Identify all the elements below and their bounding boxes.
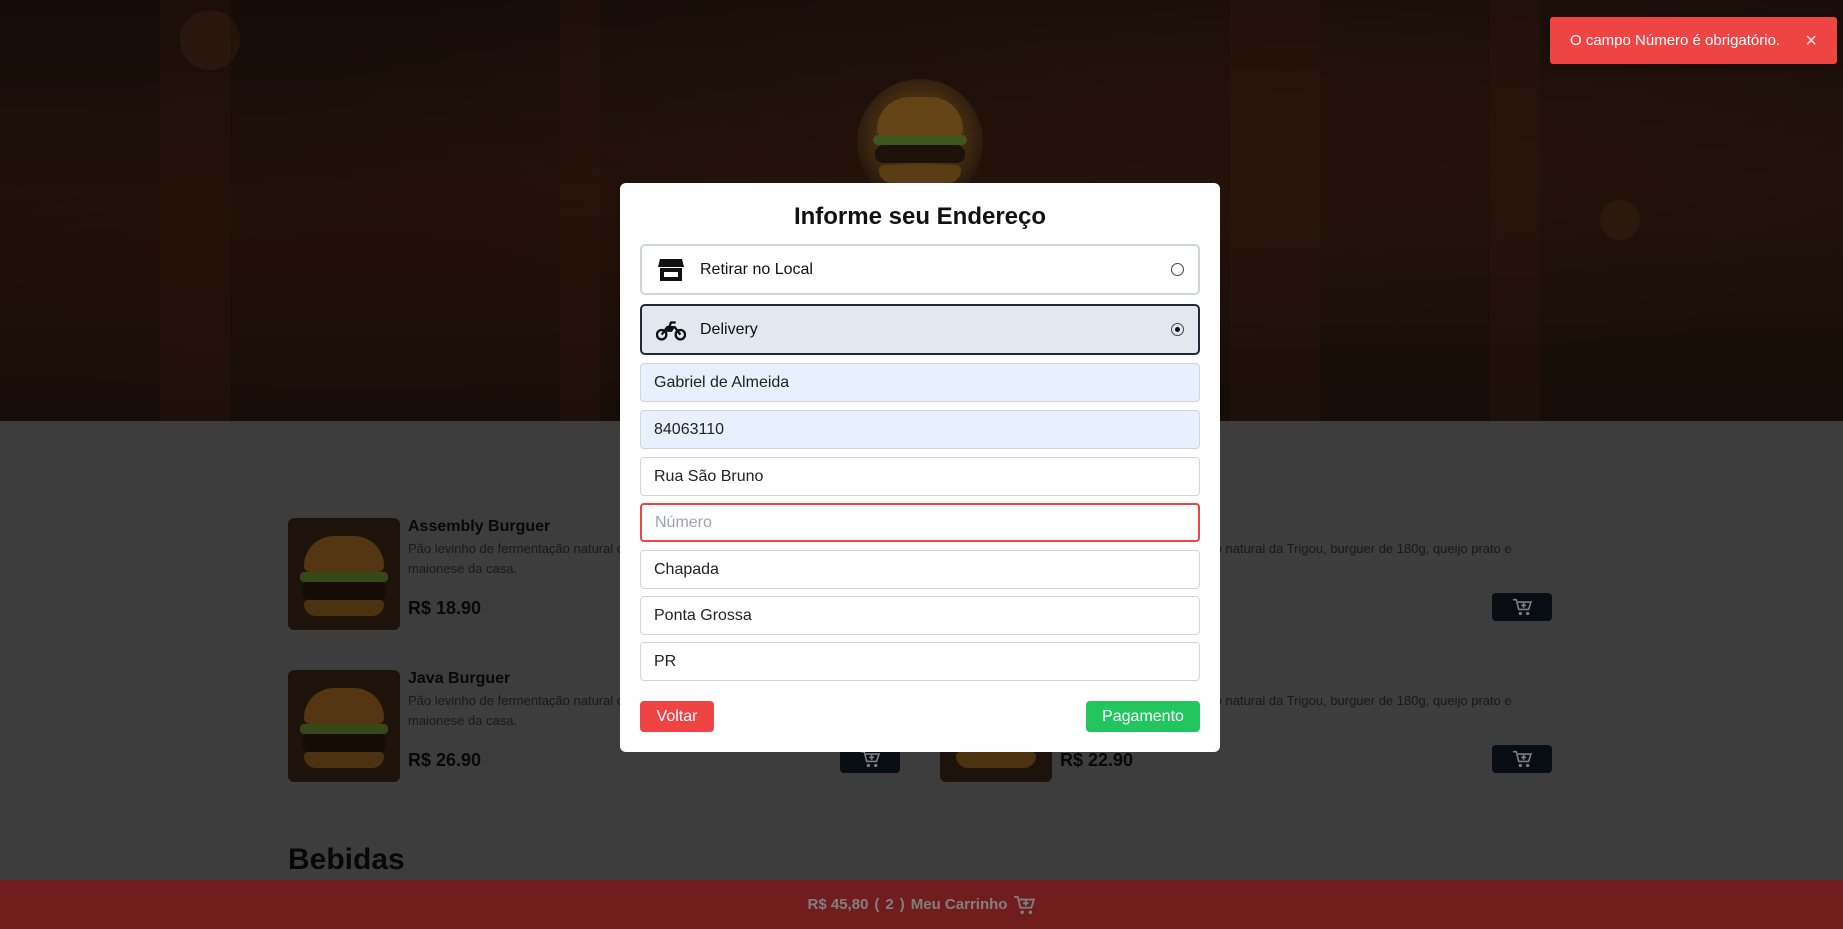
name-field[interactable] (640, 363, 1200, 402)
address-modal: Informe seu Endereço Retirar no Local De… (620, 183, 1220, 752)
store-icon (656, 257, 686, 283)
number-field[interactable] (640, 503, 1200, 542)
error-toast: O campo Número é obrigatório. × (1550, 17, 1837, 64)
pickup-label: Retirar no Local (700, 260, 813, 278)
motorcycle-icon (656, 317, 686, 343)
pickup-radio[interactable] (1171, 263, 1184, 276)
street-field[interactable] (640, 457, 1200, 496)
state-field[interactable] (640, 642, 1200, 681)
toast-message: O campo Número é obrigatório. (1570, 32, 1781, 49)
close-icon[interactable]: × (1805, 31, 1817, 51)
delivery-label: Delivery (700, 320, 758, 338)
delivery-radio[interactable] (1171, 323, 1184, 336)
city-field[interactable] (640, 596, 1200, 635)
district-field[interactable] (640, 550, 1200, 589)
payment-button[interactable]: Pagamento (1086, 701, 1200, 732)
modal-title: Informe seu Endereço (793, 203, 1047, 230)
back-button[interactable]: Voltar (640, 701, 714, 732)
delivery-option[interactable]: Delivery (640, 304, 1200, 355)
pickup-option[interactable]: Retirar no Local (640, 244, 1200, 295)
cep-field[interactable] (640, 410, 1200, 449)
